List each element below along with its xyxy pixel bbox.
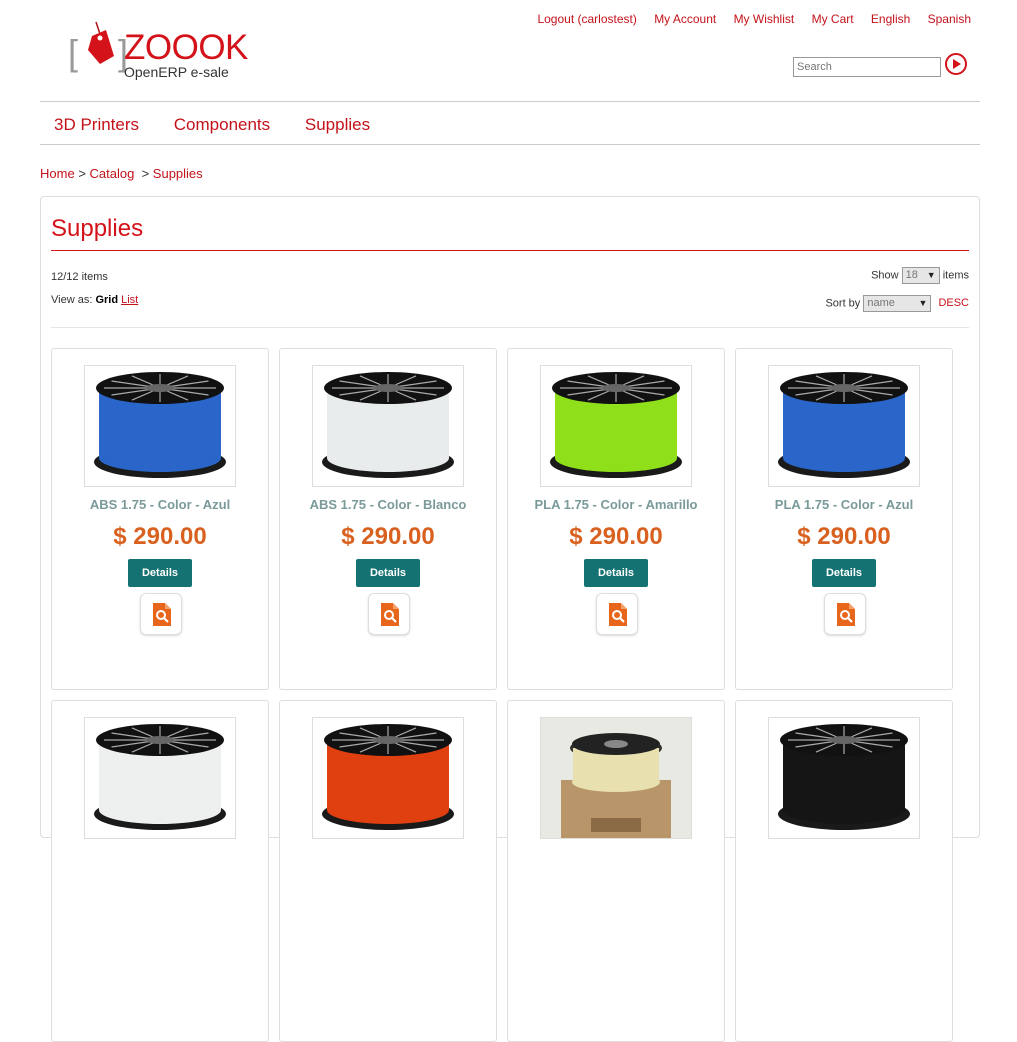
logout-link[interactable]: Logout (carlostest) [537, 12, 636, 26]
sort-select[interactable]: name ▼ [863, 295, 932, 312]
english-link[interactable]: English [871, 12, 910, 26]
my-account-link[interactable]: My Account [654, 12, 716, 26]
breadcrumb-home[interactable]: Home [40, 166, 75, 181]
view-as: View as: Grid List [51, 294, 138, 306]
tag-icon [88, 21, 114, 64]
product-price: $ 290.00 [341, 523, 435, 550]
page-title: Supplies [51, 215, 144, 242]
spool-image [550, 372, 682, 478]
breadcrumb: Home > Catalog > Supplies [40, 166, 203, 181]
product-card: PLA 1.75 - Color - Amarillo $ 290.00 Detai… [507, 348, 725, 690]
logo[interactable]: [ ] ZOOOK OpenERP e-sale [68, 18, 258, 88]
magnifier-icon [381, 603, 399, 626]
my-wishlist-link[interactable]: My Wishlist [734, 12, 795, 26]
breadcrumb-catalog[interactable]: Catalog [90, 166, 135, 181]
spanish-link[interactable]: Spanish [928, 12, 971, 26]
magnifier-icon [153, 603, 171, 626]
product-name[interactable]: PLA 1.75 - Color - Azul [736, 497, 952, 512]
spool-image [322, 372, 454, 478]
search-submit-icon[interactable] [945, 53, 967, 75]
show-suffix: items [942, 269, 969, 282]
view-list-link[interactable]: List [121, 294, 138, 306]
spool-image [322, 724, 454, 830]
show-label: Show [871, 269, 899, 282]
nav-supplies[interactable]: Supplies [305, 115, 370, 134]
product-card [279, 700, 497, 1042]
sort-direction-link[interactable]: DESC [938, 297, 969, 309]
zoom-icon[interactable] [824, 593, 866, 635]
view-as-label: View as: [51, 294, 93, 306]
item-count: 12/12 items [51, 271, 108, 283]
spool-image [778, 724, 910, 830]
product-card [507, 700, 725, 1042]
show-control: Show 18 ▼ items [871, 267, 969, 284]
spool-image [94, 724, 226, 830]
details-button[interactable]: Details [356, 559, 420, 587]
product-card [51, 700, 269, 1042]
toolbar-divider [51, 327, 969, 328]
breadcrumb-sep: > [78, 166, 86, 181]
product-name[interactable]: ABS 1.75 - Color - Blanco [280, 497, 496, 512]
title-underline [51, 250, 969, 251]
product-image[interactable] [768, 365, 920, 487]
header-divider [40, 101, 980, 102]
sort-label: Sort by [825, 297, 861, 310]
breadcrumb-sep: > [141, 166, 150, 181]
product-price: $ 290.00 [797, 523, 891, 550]
chevron-down-icon: ▼ [918, 298, 928, 308]
nav-components[interactable]: Components [174, 115, 270, 134]
zoom-icon[interactable] [368, 593, 410, 635]
product-image[interactable] [540, 717, 692, 839]
product-image[interactable] [84, 717, 236, 839]
breadcrumb-current[interactable]: Supplies [153, 166, 203, 181]
sort-control: Sort by name ▼ DESC [825, 295, 969, 312]
product-image[interactable] [312, 365, 464, 487]
product-price: $ 290.00 [113, 523, 207, 550]
product-image[interactable] [84, 365, 236, 487]
top-links: Logout (carlostest) My Account My Wishli… [523, 12, 971, 26]
sort-select-value: name [867, 297, 895, 309]
show-select-value: 18 [905, 269, 918, 281]
zoom-icon[interactable] [596, 593, 638, 635]
product-image[interactable] [540, 365, 692, 487]
product-name[interactable]: ABS 1.75 - Color - Azul [52, 497, 268, 512]
product-card [735, 700, 953, 1042]
nav-3d-printers[interactable]: 3D Printers [54, 115, 139, 134]
product-card: ABS 1.75 - Color - Blanco $ 290.00 Details [279, 348, 497, 690]
spool-image [778, 372, 910, 478]
spool-image [541, 718, 691, 838]
brand-name: ZOOOK [124, 28, 248, 67]
product-card: ABS 1.75 - Color - Azul $ 290.00 Details [51, 348, 269, 690]
chevron-down-icon: ▼ [926, 270, 936, 280]
brand-tagline: OpenERP e-sale [124, 64, 229, 80]
magnifier-icon [609, 603, 627, 626]
zoom-icon[interactable] [140, 593, 182, 635]
product-image[interactable] [312, 717, 464, 839]
main-nav: 3D Printers Components Supplies [54, 115, 400, 135]
product-card: PLA 1.75 - Color - Azul $ 290.00 Details [735, 348, 953, 690]
my-cart-link[interactable]: My Cart [812, 12, 854, 26]
nav-divider [40, 144, 980, 145]
product-image[interactable] [768, 717, 920, 839]
product-name[interactable]: PLA 1.75 - Color - Amarillo [508, 497, 724, 512]
magnifier-icon [837, 603, 855, 626]
show-select[interactable]: 18 ▼ [901, 267, 940, 284]
details-button[interactable]: Details [128, 559, 192, 587]
search-input[interactable] [793, 57, 941, 77]
spool-image [94, 372, 226, 478]
product-price: $ 290.00 [569, 523, 663, 550]
view-grid: Grid [95, 294, 119, 306]
details-button[interactable]: Details [584, 559, 648, 587]
details-button[interactable]: Details [812, 559, 876, 587]
search-bar [793, 53, 967, 77]
